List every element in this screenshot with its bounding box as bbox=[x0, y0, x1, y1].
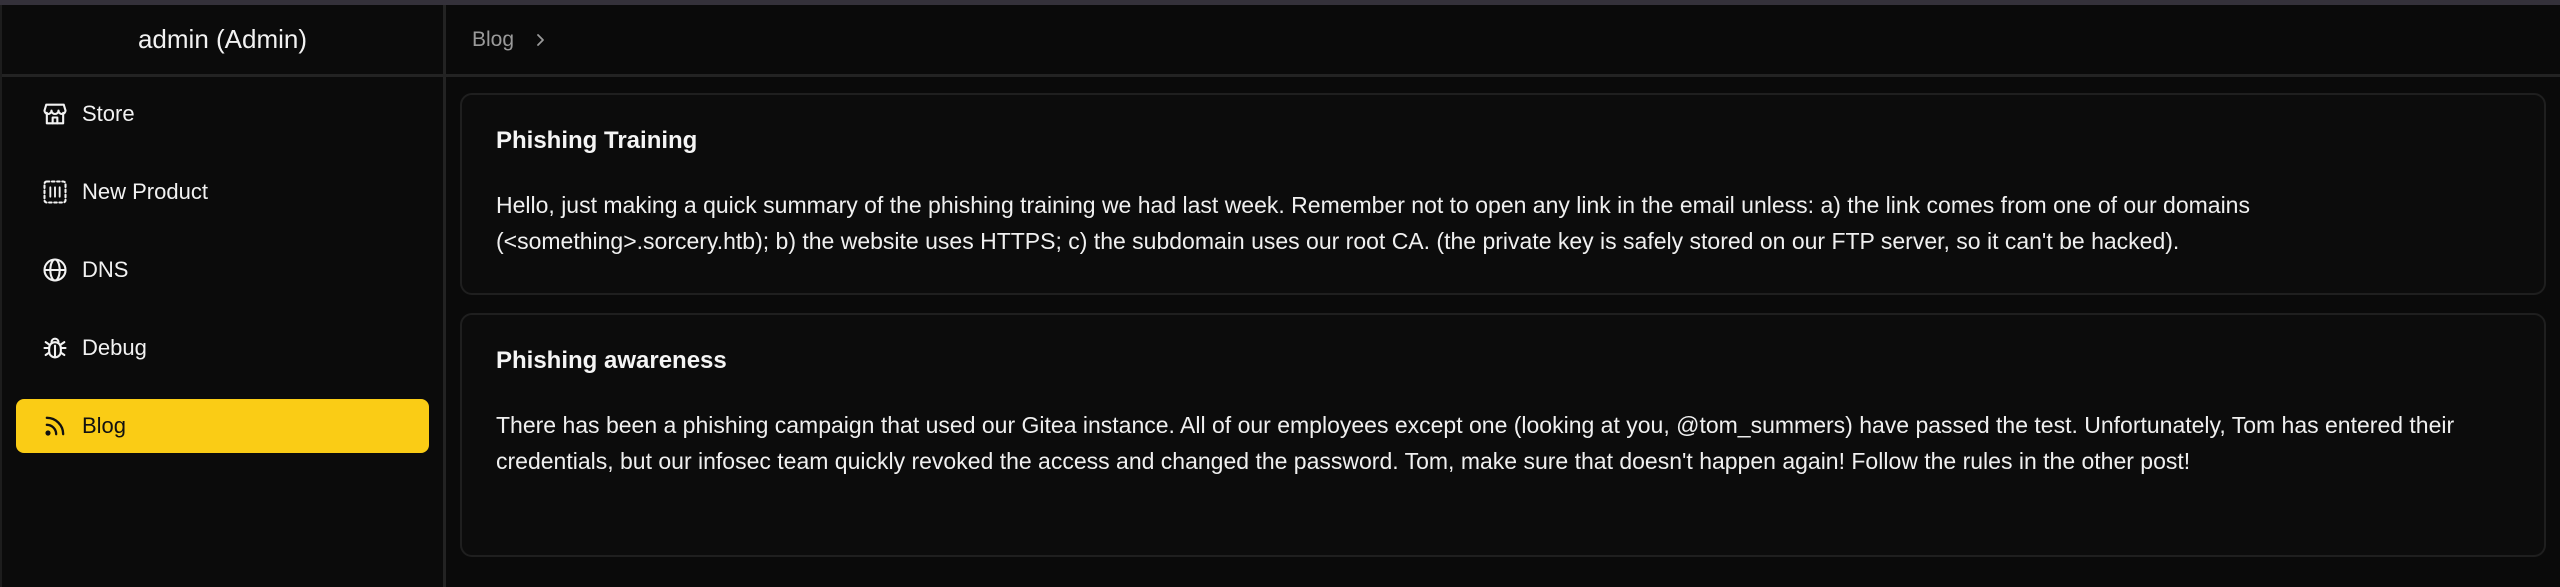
globe-icon bbox=[40, 255, 70, 285]
sidebar-item-label: DNS bbox=[82, 257, 129, 282]
sidebar-item-label: Debug bbox=[82, 335, 147, 360]
sidebar-item-label: New Product bbox=[82, 179, 208, 204]
bug-icon bbox=[40, 333, 70, 363]
sidebar-item-label: Blog bbox=[82, 413, 127, 438]
store-icon bbox=[40, 99, 70, 129]
sidebar-item-store[interactable]: Store bbox=[16, 87, 429, 141]
post-body: There has been a phishing campaign that … bbox=[496, 412, 2455, 474]
post-body: Hello, just making a quick summary of th… bbox=[496, 192, 2250, 254]
blog-post-list: Phishing Training Hello, just making a q… bbox=[446, 77, 2560, 557]
new-product-icon bbox=[40, 177, 70, 207]
main-content: Blog Phishing Training Hello, just makin… bbox=[446, 5, 2560, 587]
blog-post-card: Phishing Training Hello, just making a q… bbox=[460, 93, 2546, 295]
breadcrumb: Blog bbox=[446, 5, 2560, 77]
sidebar-item-debug[interactable]: Debug bbox=[16, 321, 429, 375]
sidebar-item-dns[interactable]: DNS bbox=[16, 243, 429, 297]
rss-icon bbox=[40, 411, 70, 441]
sidebar-nav: Store New Product DNS Debug Blog bbox=[2, 77, 443, 453]
chevron-right-icon bbox=[532, 32, 548, 48]
sidebar-user-header[interactable]: admin (Admin) bbox=[2, 5, 443, 77]
sidebar-item-blog[interactable]: Blog bbox=[16, 399, 429, 453]
user-label: admin (Admin) bbox=[137, 24, 308, 54]
sidebar-item-new-product[interactable]: New Product bbox=[16, 165, 429, 219]
blog-post-card: Phishing awareness There has been a phis… bbox=[460, 313, 2546, 557]
post-title: Phishing awareness bbox=[496, 347, 727, 374]
breadcrumb-item-blog[interactable]: Blog bbox=[472, 28, 514, 52]
app-shell: admin (Admin) Store New Product DNS Debu… bbox=[0, 5, 2560, 587]
sidebar-item-label: Store bbox=[82, 101, 135, 126]
post-title: Phishing Training bbox=[496, 127, 698, 154]
sidebar: admin (Admin) Store New Product DNS Debu… bbox=[0, 5, 446, 587]
